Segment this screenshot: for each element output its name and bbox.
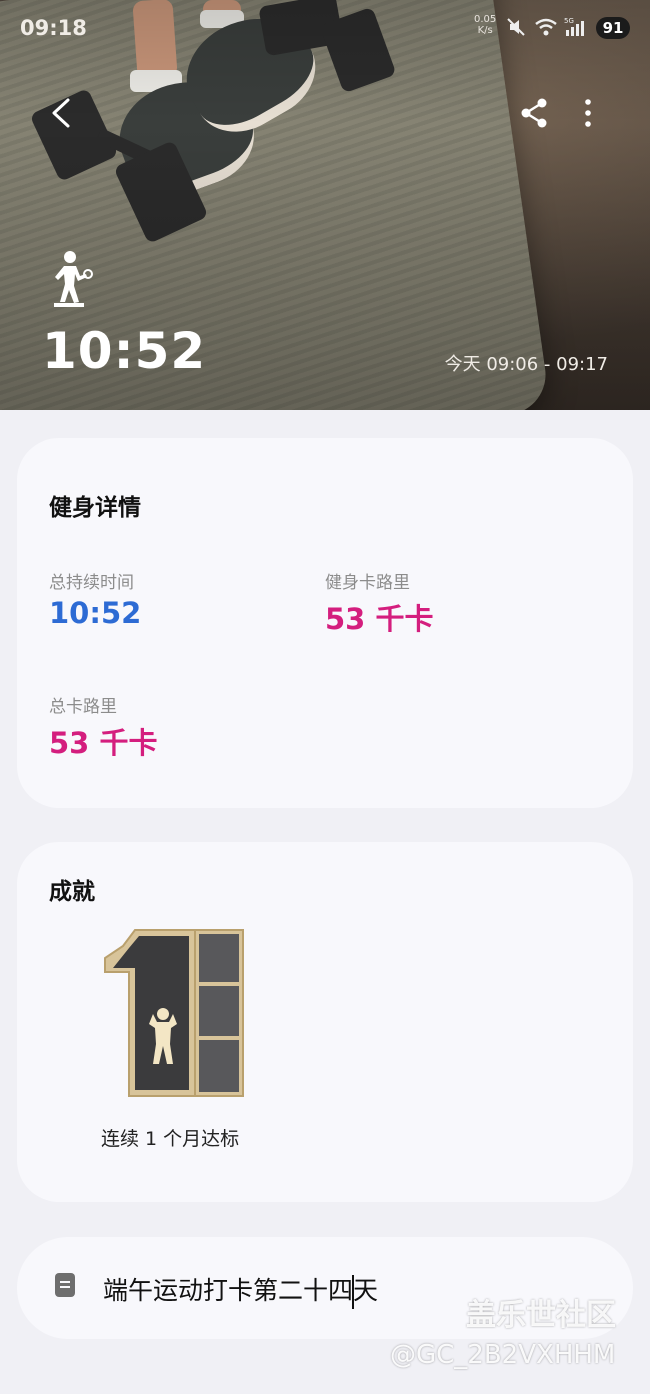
- note-icon: [55, 1273, 75, 1297]
- badge-label: 连续 1 个月达标: [101, 1128, 240, 1150]
- note-text-before-cursor: 端午运动打卡第二十四: [103, 1276, 354, 1305]
- metric-value-workout-calories: 53 千卡: [325, 602, 434, 636]
- watermark-brand: 盖乐世社区: [466, 1298, 616, 1333]
- fitness-person-icon: [54, 251, 93, 307]
- wifi-icon: [535, 18, 557, 36]
- metric-value-total-calories: 53 千卡: [49, 726, 158, 760]
- network-rate-unit: K/s: [477, 25, 493, 36]
- mute-icon: [507, 18, 525, 36]
- signal-icon: 5G: [564, 17, 584, 36]
- status-time: 09:18: [20, 16, 87, 40]
- achievement-title: 成就: [49, 879, 95, 905]
- note-input[interactable]: 端午运动打卡第二十四天: [103, 1271, 378, 1309]
- note-text-after-cursor: 天: [353, 1276, 379, 1305]
- network-rate: 0.05 K/s: [474, 14, 496, 36]
- workout-details-card: 健身详情 总持续时间 10:52 健身卡路里 53 千卡 总卡路里 53 千卡: [17, 438, 633, 808]
- one-month-streak-badge[interactable]: [103, 928, 245, 1098]
- svg-text:5G: 5G: [564, 17, 574, 25]
- hero-duration: 10:52: [42, 322, 207, 380]
- back-arrow-icon[interactable]: [46, 96, 76, 130]
- hero-banner: 09:18 0.05 K/s 5G 91 10:52 今天 09:06 - 09…: [0, 0, 650, 410]
- status-bar: 09:18 0.05 K/s 5G 91: [0, 0, 650, 56]
- details-title: 健身详情: [49, 495, 141, 521]
- workout-time-range: 今天 09:06 - 09:17: [444, 354, 608, 375]
- achievement-card: 成就 连续 1 个月达标: [17, 842, 633, 1202]
- metric-label-total-duration: 总持续时间: [49, 573, 134, 593]
- metric-label-total-calories: 总卡路里: [49, 697, 117, 717]
- share-icon[interactable]: [518, 96, 550, 130]
- watermark-user: @GC_2B2VXHHM: [390, 1340, 616, 1370]
- more-options-icon[interactable]: [578, 96, 598, 130]
- metric-value-total-duration: 10:52: [49, 596, 142, 630]
- network-rate-value: 0.05: [474, 14, 497, 25]
- battery-indicator: 91: [596, 17, 630, 39]
- metric-label-workout-calories: 健身卡路里: [325, 573, 410, 593]
